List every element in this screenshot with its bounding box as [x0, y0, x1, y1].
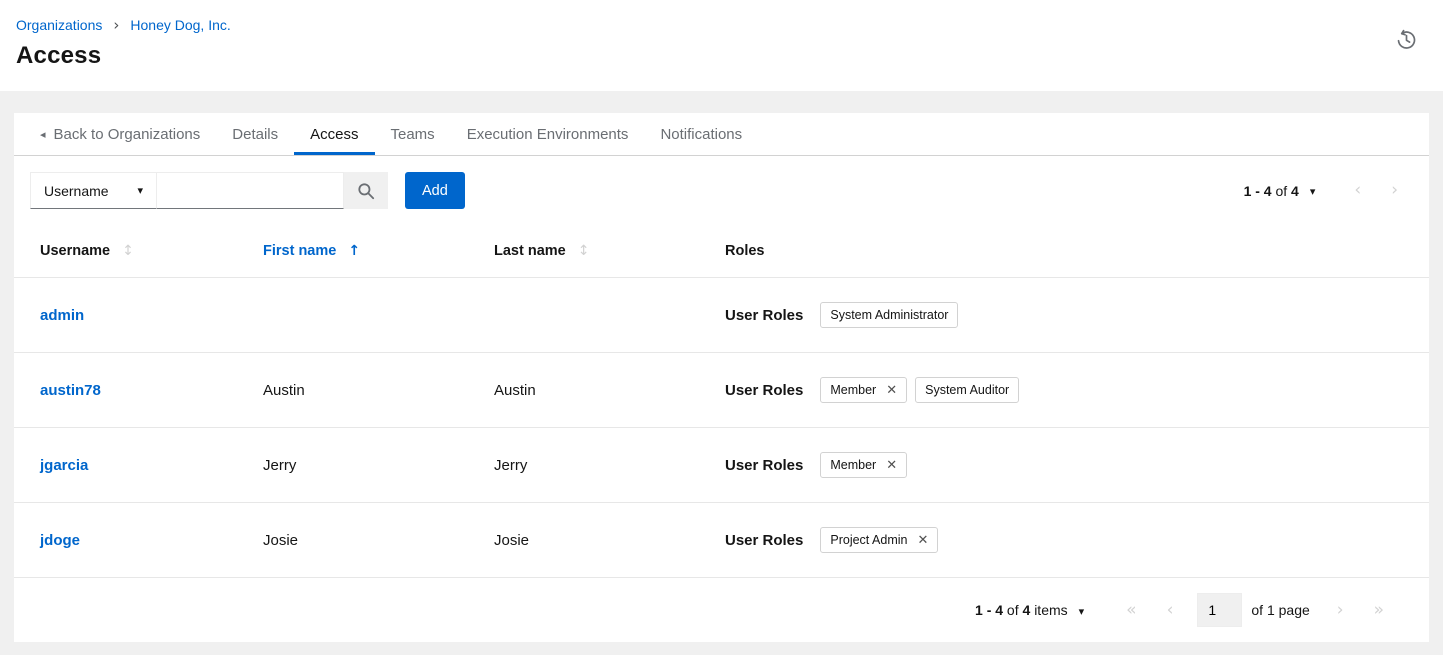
username-link[interactable]: jdoge — [40, 532, 80, 549]
table-row: jgarcia Jerry Jerry User Roles Member ✕ — [14, 428, 1429, 503]
first-name-cell: Jerry — [263, 457, 494, 474]
page-count-label: of 1 page — [1251, 602, 1309, 618]
tab-back-to-organizations[interactable]: ◂ Back to Organizations — [24, 113, 216, 155]
tab-details[interactable]: Details — [216, 113, 294, 155]
tab-notifications[interactable]: Notifications — [644, 113, 758, 155]
role-chip: Member ✕ — [820, 377, 907, 403]
username-cell: jgarcia — [40, 457, 263, 474]
breadcrumb: Organizations › Honey Dog, Inc. — [16, 17, 1427, 33]
breadcrumb-separator-icon: › — [113, 18, 119, 33]
last-name-cell: Austin — [494, 382, 725, 399]
breadcrumb-organizations-link[interactable]: Organizations — [16, 17, 102, 33]
sort-icon: ↕ — [122, 243, 134, 259]
first-name-cell: Josie — [263, 532, 494, 549]
username-link[interactable]: admin — [40, 307, 84, 324]
toolbar: Username ▾ Add 1 - 4 of 4 ▾ ‹ › — [14, 156, 1429, 225]
table-row: austin78 Austin Austin User Roles Member… — [14, 353, 1429, 428]
last-page-button[interactable]: » — [1359, 598, 1399, 623]
column-header-roles: Roles — [725, 243, 1429, 259]
column-header-username[interactable]: Username ↕ — [40, 243, 263, 259]
table-row: jdoge Josie Josie User Roles Project Adm… — [14, 503, 1429, 578]
top-pagination: 1 - 4 of 4 ▾ ‹ › — [1244, 178, 1413, 203]
last-name-cell: Jerry — [494, 457, 725, 474]
access-panel: ◂ Back to Organizations Details Access T… — [14, 113, 1429, 642]
search-button[interactable] — [344, 172, 388, 209]
chevron-down-icon: ▾ — [137, 184, 143, 197]
username-cell: admin — [40, 307, 263, 324]
filter-key-dropdown[interactable]: Username ▾ — [30, 172, 157, 209]
roles-cell: User Roles System Administrator — [725, 302, 1429, 328]
user-roles-label: User Roles — [725, 382, 803, 399]
user-roles-label: User Roles — [725, 532, 803, 549]
roles-cell: User Roles Project Admin ✕ — [725, 527, 1429, 553]
username-cell: jdoge — [40, 532, 263, 549]
role-chip: Project Admin ✕ — [820, 527, 938, 553]
last-name-cell: Josie — [494, 532, 725, 549]
search-icon — [357, 182, 375, 200]
tab-execution-environments[interactable]: Execution Environments — [451, 113, 645, 155]
history-icon[interactable] — [1395, 29, 1417, 51]
first-name-cell: Austin — [263, 382, 494, 399]
remove-role-icon[interactable]: ✕ — [886, 459, 897, 472]
bottom-pagination-summary: 1 - 4 of 4 items — [975, 602, 1068, 618]
role-chip: Member ✕ — [820, 452, 907, 478]
sort-icon: ↕ — [578, 243, 590, 259]
user-roles-label: User Roles — [725, 457, 803, 474]
remove-role-icon[interactable]: ✕ — [918, 534, 929, 547]
back-arrow-icon: ◂ — [40, 128, 46, 141]
role-chip: System Administrator — [820, 302, 958, 328]
page-title: Access — [16, 42, 1427, 70]
username-link[interactable]: austin78 — [40, 382, 101, 399]
page-header: Organizations › Honey Dog, Inc. Access — [0, 0, 1443, 91]
tab-teams[interactable]: Teams — [375, 113, 451, 155]
table-header-row: Username ↕ First name ↑ Last name ↕ Role… — [14, 225, 1429, 278]
username-cell: austin78 — [40, 382, 263, 399]
remove-role-icon[interactable]: ✕ — [886, 384, 897, 397]
column-header-last-name[interactable]: Last name ↕ — [494, 243, 725, 259]
user-roles-label: User Roles — [725, 307, 803, 324]
current-page-input[interactable] — [1197, 593, 1242, 627]
filter-key-label: Username — [44, 183, 109, 199]
next-page-button[interactable]: › — [1322, 598, 1359, 623]
roles-cell: User Roles Member ✕ System Auditor — [725, 377, 1429, 403]
roles-cell: User Roles Member ✕ — [725, 452, 1429, 478]
next-page-button[interactable]: › — [1376, 178, 1413, 203]
tab-access[interactable]: Access — [294, 113, 374, 155]
chevron-down-icon: ▾ — [1079, 605, 1085, 618]
per-page-dropdown[interactable]: ▾ — [1077, 601, 1087, 620]
previous-page-button[interactable]: ‹ — [1339, 178, 1376, 203]
column-header-first-name[interactable]: First name ↑ — [263, 243, 494, 259]
previous-page-button[interactable]: ‹ — [1152, 598, 1189, 623]
first-page-button[interactable]: « — [1111, 598, 1151, 623]
top-pagination-summary: 1 - 4 of 4 — [1244, 183, 1299, 199]
per-page-dropdown[interactable]: ▾ — [1308, 181, 1318, 200]
chevron-down-icon: ▾ — [1310, 185, 1316, 198]
search-input[interactable] — [157, 172, 344, 209]
tab-bar: ◂ Back to Organizations Details Access T… — [14, 113, 1429, 156]
table-row: admin User Roles System Administrator — [14, 278, 1429, 353]
add-button[interactable]: Add — [405, 172, 465, 209]
sort-ascending-icon: ↑ — [348, 243, 360, 259]
breadcrumb-current-link[interactable]: Honey Dog, Inc. — [130, 17, 230, 33]
bottom-pagination: 1 - 4 of 4 items ▾ « ‹ of 1 page › » — [14, 578, 1429, 642]
role-chip: System Auditor — [915, 377, 1019, 403]
username-link[interactable]: jgarcia — [40, 457, 88, 474]
